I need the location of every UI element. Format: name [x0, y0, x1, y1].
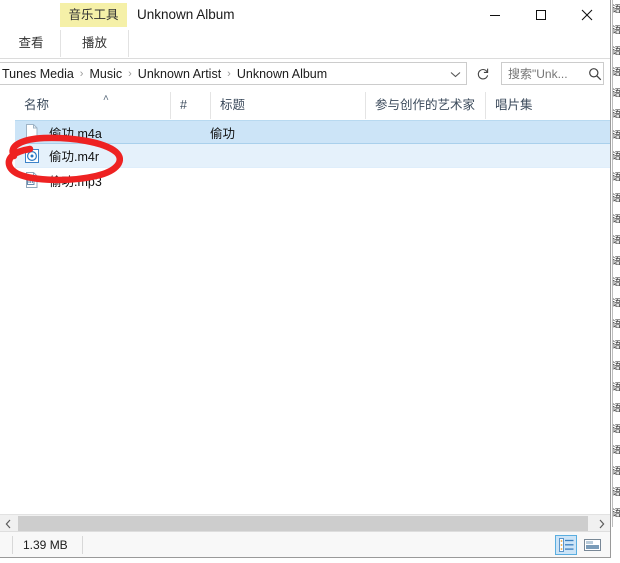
chevron-left-icon [5, 519, 11, 528]
sliver-text: 语 [613, 273, 620, 294]
breadcrumb-item-unknown-artist[interactable]: Unknown Artist [135, 67, 224, 81]
refresh-icon [477, 68, 489, 79]
search-button[interactable] [586, 67, 603, 81]
scroll-left-button[interactable] [0, 515, 17, 532]
large-icons-view-icon [583, 539, 601, 551]
minimize-icon [490, 15, 500, 16]
chevron-down-icon [450, 71, 460, 77]
tab-view[interactable]: 查看 [5, 30, 57, 57]
column-header-name-label: 名称 [24, 98, 50, 112]
file-title: 偷功 [210, 126, 236, 141]
background-window-sliver: 语 语 语 语 语 语 语 语 语 语 语 语 语 语 语 语 语 语 语 语 … [612, 0, 620, 527]
sliver-text: 语 [613, 378, 620, 399]
screenshot-root: 音乐工具 Unknown Album 查看 播放 Tunes Media › M… [0, 0, 620, 563]
sliver-text: 语 [613, 504, 620, 525]
column-header-name[interactable]: 名称 ˄ [15, 92, 170, 119]
details-view-button[interactable] [555, 535, 577, 555]
file-name: 偷功.mp3 [49, 174, 102, 189]
breadcrumb[interactable]: Tunes Media › Music › Unknown Artist › U… [0, 62, 467, 85]
sliver-text: 语 [613, 336, 620, 357]
details-view-icon [558, 538, 573, 552]
sliver-text: 语 [613, 84, 620, 105]
file-name: 偷功.m4a [49, 126, 102, 141]
sliver-text: 语 [613, 105, 620, 126]
sliver-text: 语 [613, 252, 620, 273]
column-header-title[interactable]: 标题 [210, 92, 365, 119]
large-icons-view-button[interactable] [581, 535, 603, 555]
sliver-text: 语 [613, 420, 620, 441]
blank-file-icon [26, 124, 38, 140]
close-button[interactable] [564, 0, 610, 30]
sort-ascending-icon: ˄ [103, 93, 109, 104]
address-bar: Tunes Media › Music › Unknown Artist › U… [0, 59, 610, 88]
sliver-text: 语 [613, 63, 620, 84]
contextual-tab-group-music-tools[interactable]: 音乐工具 [60, 3, 127, 27]
search-box[interactable] [501, 62, 604, 85]
media-file-icon [26, 172, 38, 188]
view-mode-buttons [555, 535, 603, 555]
scroll-right-button[interactable] [593, 515, 610, 532]
address-history-dropdown-button[interactable] [448, 67, 462, 81]
sliver-text: 语 [613, 441, 620, 462]
sliver-text: 语 [613, 126, 620, 147]
breadcrumb-separator: › [227, 67, 231, 80]
sliver-text: 语 [613, 0, 620, 21]
sliver-text: 语 [613, 42, 620, 63]
search-input[interactable] [502, 66, 586, 81]
horizontal-scrollbar[interactable] [0, 514, 610, 532]
explorer-window: 音乐工具 Unknown Album 查看 播放 Tunes Media › M… [0, 0, 611, 558]
sliver-text: 语 [613, 399, 620, 420]
table-row[interactable]: 偷功.m4r [15, 144, 610, 168]
sliver-text: 语 [613, 462, 620, 483]
sliver-text: 语 [613, 147, 620, 168]
sliver-text: 语 [613, 189, 620, 210]
maximize-button[interactable] [518, 0, 564, 30]
table-row[interactable]: 偷功.mp3 [15, 168, 610, 192]
breadcrumb-item-itunes-media[interactable]: Tunes Media [0, 67, 77, 81]
tab-play[interactable]: 播放 [60, 30, 129, 57]
breadcrumb-separator: › [79, 67, 84, 80]
window-title: Unknown Album [137, 7, 235, 22]
close-icon [581, 9, 593, 21]
column-header-contributing-artists[interactable]: 参与创作的艺术家 [365, 92, 485, 119]
chevron-right-icon [599, 519, 605, 528]
sliver-text: 语 [613, 315, 620, 336]
column-header-number[interactable]: # [170, 92, 210, 119]
status-bar: 1.39 MB [0, 531, 610, 557]
maximize-icon [536, 10, 546, 20]
column-header-row: 名称 ˄ # 标题 参与创作的艺术家 唱片集 [0, 92, 610, 121]
disc-file-icon [25, 148, 39, 163]
file-list[interactable]: 偷功.m4a 偷功 偷功.m4r 偷功.mp3 [0, 120, 610, 515]
search-icon [588, 67, 601, 80]
title-bar: 音乐工具 Unknown Album [0, 0, 610, 30]
sliver-text: 语 [613, 294, 620, 315]
sliver-text: 语 [613, 231, 620, 252]
minimize-button[interactable] [472, 0, 518, 30]
table-row[interactable]: 偷功.m4a 偷功 [15, 120, 610, 144]
sliver-text: 语 [613, 21, 620, 42]
ribbon-tab-strip: 查看 播放 ? [0, 30, 610, 83]
caption-buttons [472, 0, 610, 30]
sliver-text: 语 [613, 210, 620, 231]
sliver-text: 语 [613, 483, 620, 504]
file-name: 偷功.m4r [49, 150, 100, 164]
breadcrumb-separator: › [128, 67, 132, 80]
sliver-text: 语 [613, 357, 620, 378]
breadcrumb-item-music[interactable]: Music [86, 67, 125, 81]
scrollbar-thumb[interactable] [18, 516, 588, 531]
refresh-button[interactable] [471, 62, 495, 85]
status-total-size: 1.39 MB [12, 536, 83, 554]
breadcrumb-item-unknown-album[interactable]: Unknown Album [234, 67, 330, 81]
sliver-text: 语 [613, 168, 620, 189]
column-header-album[interactable]: 唱片集 [485, 92, 605, 119]
